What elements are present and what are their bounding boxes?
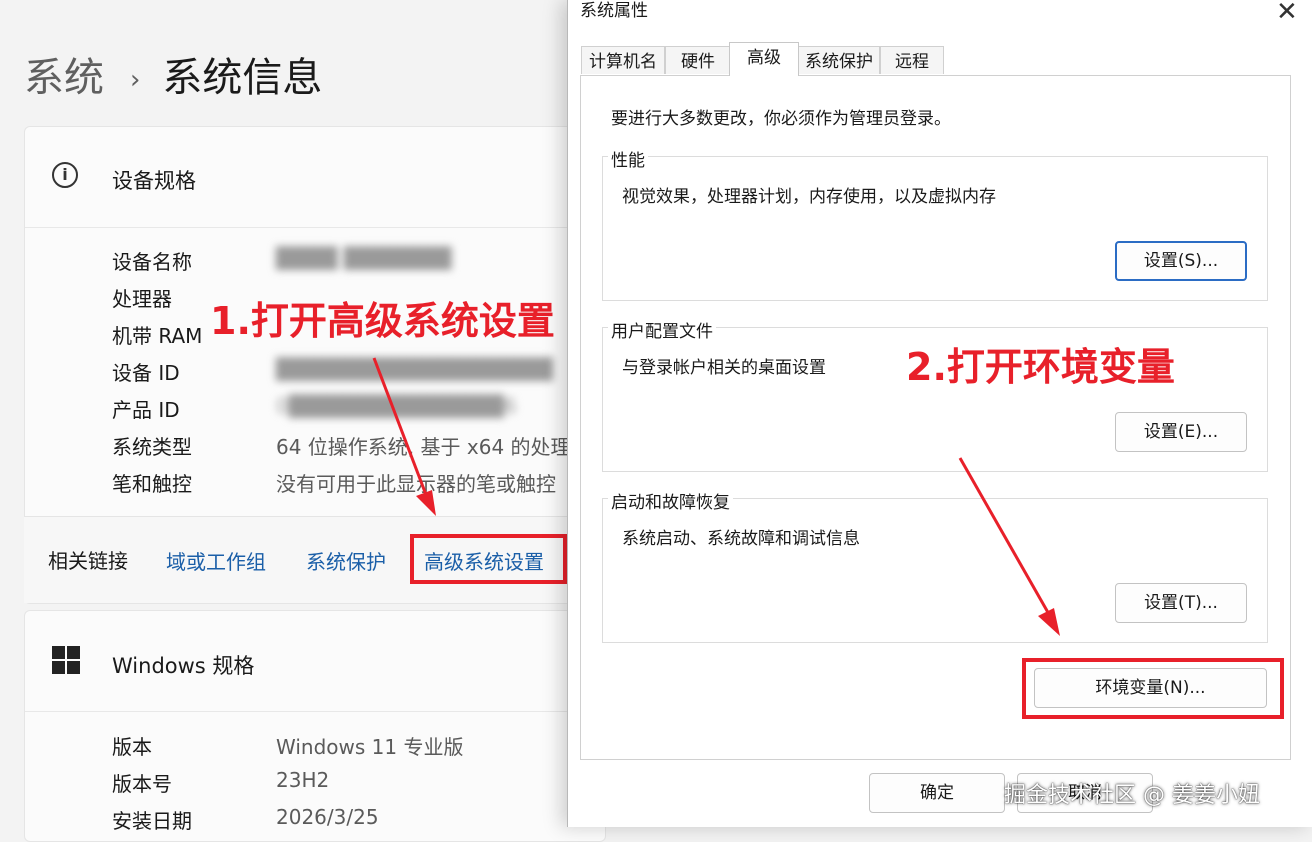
close-icon[interactable]: ✕ <box>1276 0 1298 26</box>
related-links-label: 相关链接 <box>48 549 128 573</box>
spec-value-edition: Windows 11 专业版 <box>276 735 464 759</box>
dialog-title: 系统属性 <box>580 1 648 21</box>
tab-hardware[interactable]: 硬件 <box>665 46 731 74</box>
group-startup-recovery-title: 启动和故障恢复 <box>608 488 733 513</box>
annotation-arrow-2 <box>958 457 1060 636</box>
device-spec-title: 设备规格 <box>112 169 196 193</box>
tab-system-protection[interactable]: 系统保护 <box>798 46 880 74</box>
annotation-arrow-1 <box>372 357 436 516</box>
spec-label-device-name: 设备名称 <box>112 250 192 274</box>
user-profiles-settings-button[interactable]: 设置(E)... <box>1115 412 1247 452</box>
spec-value-device-name: ████ ███████ <box>276 246 452 270</box>
group-user-profiles-text: 与登录帐户相关的桌面设置 <box>622 358 826 378</box>
highlight-advanced-settings <box>410 534 567 584</box>
info-icon: i <box>52 162 78 188</box>
spec-label-install-date: 安装日期 <box>112 809 192 833</box>
breadcrumb-separator-icon: › <box>130 65 141 95</box>
performance-settings-button[interactable]: 设置(S)... <box>1115 241 1247 281</box>
annotation-step1: 1.打开高级系统设置 <box>210 299 555 343</box>
group-startup-recovery-text: 系统启动、系统故障和调试信息 <box>622 529 860 549</box>
windows-logo-icon <box>52 646 80 674</box>
tab-advanced[interactable]: 高级 <box>729 42 799 76</box>
breadcrumb: 系统 › 系统信息 <box>24 52 322 106</box>
link-domain-workgroup[interactable]: 域或工作组 <box>166 546 266 575</box>
spec-label-ram: 机带 RAM <box>112 324 203 348</box>
watermark-text: 掘金技术社区 @ 姜姜小妞 <box>1004 783 1260 808</box>
group-user-profiles-title: 用户配置文件 <box>608 317 716 342</box>
annotation-step2: 2.打开环境变量 <box>906 345 1175 389</box>
spec-label-edition: 版本 <box>112 735 152 759</box>
spec-label-processor: 处理器 <box>112 287 172 311</box>
admin-notice: 要进行大多数更改，你必须作为管理员登录。 <box>611 109 951 129</box>
spec-label-version: 版本号 <box>112 772 172 796</box>
spec-label-system-type: 系统类型 <box>112 435 192 459</box>
group-performance-text: 视觉效果，处理器计划，内存使用，以及虚拟内存 <box>622 187 996 207</box>
group-performance-title: 性能 <box>608 146 648 171</box>
spec-label-device-id: 设备 ID <box>112 361 180 385</box>
windows-spec-title: Windows 规格 <box>112 654 255 678</box>
spec-label-pen-touch: 笔和触控 <box>112 472 192 496</box>
spec-label-product-id: 产品 ID <box>112 398 180 422</box>
ok-button[interactable]: 确定 <box>869 773 1005 813</box>
spec-value-version: 23H2 <box>276 768 330 792</box>
spec-value-install-date: 2026/3/25 <box>276 805 379 829</box>
tab-remote[interactable]: 远程 <box>880 46 944 74</box>
tab-computer-name[interactable]: 计算机名 <box>581 46 665 74</box>
link-system-protection[interactable]: 系统保护 <box>306 546 386 575</box>
page-title: 系统信息 <box>162 55 323 101</box>
breadcrumb-parent[interactable]: 系统 <box>24 55 104 101</box>
highlight-environment-variables <box>1022 658 1284 719</box>
startup-recovery-settings-button[interactable]: 设置(T)... <box>1115 583 1247 623</box>
